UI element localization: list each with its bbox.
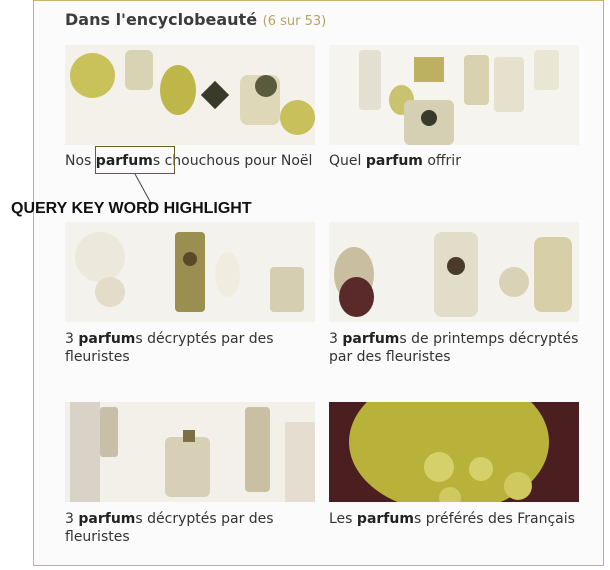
keyword-highlight-box (95, 146, 175, 174)
article-title-5[interactable]: 3 parfums décryptés par des fleuristes (65, 510, 315, 546)
section-title: Dans l'encyclobeauté (6 sur 53) (65, 10, 326, 29)
article-thumbnail-2[interactable] (329, 45, 579, 145)
article-thumbnail-6[interactable] (329, 402, 579, 502)
annotation-label: QUERY KEY WORD HIGHLIGHT (11, 200, 252, 217)
article-title-2[interactable]: Quel parfum offrir (329, 152, 579, 170)
keyword-highlight: parfum (365, 153, 423, 169)
article-thumbnail-1[interactable] (65, 45, 315, 145)
keyword-highlight: parfum (78, 331, 136, 347)
article-thumbnail-4[interactable] (329, 222, 579, 322)
result-count: (6 sur 53) (262, 14, 327, 29)
article-title-6[interactable]: Les parfums préférés des Français (329, 510, 579, 528)
article-thumbnail-5[interactable] (65, 402, 315, 502)
article-title-3[interactable]: 3 parfums décryptés par des fleuristes (65, 330, 315, 366)
section-title-text: Dans l'encyclobeauté (65, 10, 258, 29)
keyword-highlight: parfum (342, 331, 400, 347)
article-thumbnail-3[interactable] (65, 222, 315, 322)
article-title-4[interactable]: 3 parfums de printemps décryptés par des… (329, 330, 579, 366)
keyword-highlight: parfum (356, 511, 414, 527)
keyword-highlight: parfum (78, 511, 136, 527)
